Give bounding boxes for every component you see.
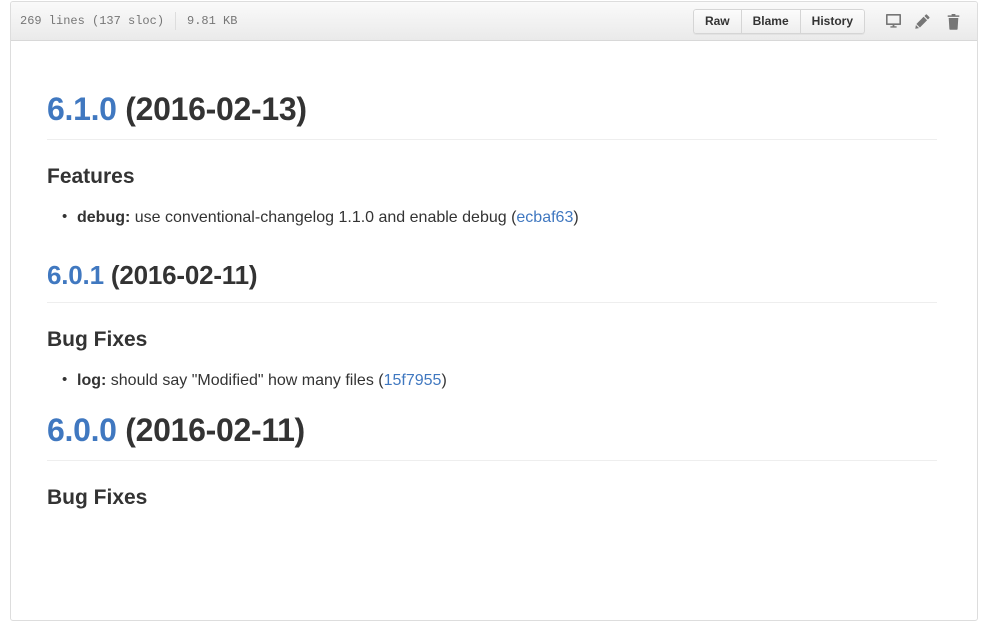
file-content-body: 6.1.0 (2016-02-13) Features debug: use c… [11, 41, 977, 557]
change-suffix: ) [441, 371, 447, 389]
file-actions: Raw Blame History [692, 2, 968, 41]
release-heading-610: 6.1.0 (2016-02-13) [47, 89, 937, 140]
icon-action-group [878, 9, 968, 34]
release-version-link-600[interactable]: 6.0.0 [47, 412, 117, 448]
list-item: log: should say "Modified" how many file… [62, 368, 937, 394]
file-size: 9.81 KB [187, 14, 238, 28]
meta-divider [175, 12, 177, 30]
file-line-count: 269 lines (137 sloc) [20, 14, 165, 28]
changelog-list-bugfixes-601: log: should say "Modified" how many file… [47, 368, 937, 394]
list-item: debug: use conventional-changelog 1.1.0 … [62, 205, 937, 231]
change-text: should say "Modified" how many files ( [106, 371, 384, 389]
commit-hash-link[interactable]: 15f7955 [384, 372, 442, 389]
file-action-button-group: Raw Blame History [692, 9, 865, 34]
file-meta-info: 269 lines (137 sloc) 9.81 KB [20, 12, 237, 30]
release-date-601: (2016-02-11) [110, 260, 258, 291]
release-heading-601: 6.0.1 (2016-02-11) [47, 259, 937, 303]
desktop-icon[interactable] [878, 9, 908, 34]
pencil-icon[interactable] [908, 9, 938, 34]
release-version-link-601[interactable]: 6.0.1 [47, 260, 104, 290]
change-suffix: ) [573, 209, 579, 227]
change-text: use conventional-changelog 1.1.0 and ena… [130, 209, 517, 227]
changelog-list-features: debug: use conventional-changelog 1.1.0 … [47, 205, 937, 231]
section-heading-bugfixes-600: Bug Fixes [47, 485, 148, 509]
file-view-container: 269 lines (137 sloc) 9.81 KB Raw Blame H… [10, 1, 978, 621]
history-button[interactable]: History [800, 9, 865, 34]
raw-button[interactable]: Raw [692, 9, 742, 34]
file-header-bar: 269 lines (137 sloc) 9.81 KB Raw Blame H… [11, 2, 977, 41]
change-scope: log: [77, 371, 107, 389]
section-heading-bugfixes-601: Bug Fixes [47, 327, 148, 351]
release-date-610: (2016-02-13) [125, 91, 307, 127]
markdown-content: 6.1.0 (2016-02-13) Features debug: use c… [47, 89, 937, 511]
blame-button[interactable]: Blame [741, 9, 801, 34]
release-date-600: (2016-02-11) [125, 411, 305, 448]
section-heading-features: Features [47, 165, 135, 188]
trash-icon[interactable] [938, 9, 968, 34]
release-heading-600: 6.0.0 (2016-02-11) [47, 410, 937, 461]
release-version-link-610[interactable]: 6.1.0 [47, 91, 117, 127]
change-scope: debug: [77, 209, 131, 227]
commit-hash-link[interactable]: ecbaf63 [516, 209, 573, 226]
